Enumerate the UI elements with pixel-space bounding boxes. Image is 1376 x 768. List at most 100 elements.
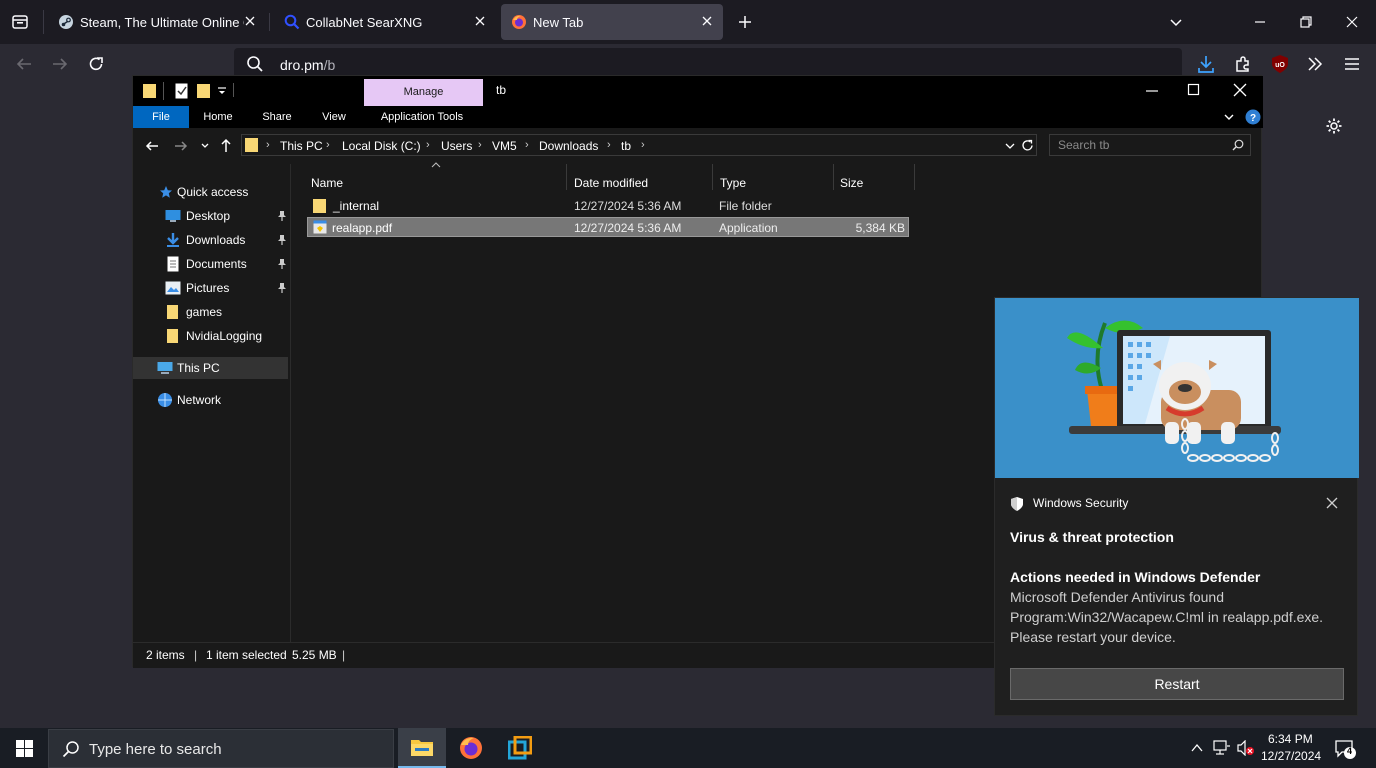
extensions-icon[interactable] — [1234, 55, 1252, 73]
maximize-icon[interactable] — [1187, 83, 1201, 97]
close-tab-icon[interactable] — [474, 15, 486, 27]
notification-count: 4 — [1347, 746, 1353, 756]
up-arrow-icon[interactable] — [219, 138, 233, 153]
folder-icon — [167, 328, 179, 344]
forward-icon[interactable] — [51, 55, 69, 73]
folder-icon — [313, 198, 327, 214]
taskbar-search-box[interactable]: Type here to search — [48, 729, 394, 768]
breadcrumb-separator-icon[interactable]: › — [478, 139, 482, 151]
windows-start-icon[interactable] — [16, 740, 33, 757]
file-row-internal[interactable]: _internal 12/27/2024 5:36 AM File folder — [307, 196, 909, 216]
close-icon[interactable] — [1233, 83, 1247, 97]
pin-icon[interactable] — [277, 210, 287, 222]
nav-label: Downloads — [186, 233, 246, 247]
tab-home[interactable]: Home — [195, 106, 241, 128]
clock-date[interactable]: 12/27/2024 — [1261, 749, 1321, 763]
nav-documents[interactable]: Documents — [163, 253, 291, 275]
expand-ribbon-icon[interactable] — [1223, 111, 1235, 123]
breadcrumb-separator-icon[interactable]: › — [641, 139, 645, 151]
nav-pictures[interactable]: Pictures — [163, 277, 291, 299]
nav-desktop[interactable]: Desktop — [163, 205, 291, 227]
column-header-type[interactable]: Type — [720, 172, 746, 194]
chevron-down-icon[interactable] — [1168, 15, 1184, 31]
close-tab-icon[interactable] — [701, 15, 713, 27]
overflow-chevrons-icon[interactable] — [1306, 55, 1324, 73]
shield-icon — [1010, 496, 1024, 512]
folder-icon — [411, 738, 433, 756]
minimize-icon[interactable] — [1253, 15, 1267, 29]
file-explorer-taskbar-button[interactable] — [398, 728, 446, 768]
breadcrumb-this-pc[interactable]: This PC — [280, 139, 323, 153]
firefox-taskbar-icon[interactable] — [459, 736, 483, 760]
close-window-icon[interactable] — [1345, 15, 1359, 29]
breadcrumb-downloads[interactable]: Downloads — [539, 139, 598, 153]
close-tab-icon[interactable] — [244, 15, 256, 27]
tab-application-tools[interactable]: Application Tools — [369, 106, 475, 128]
url-text[interactable]: dro.pm/b — [280, 57, 335, 73]
restart-button[interactable]: Restart — [1010, 668, 1344, 700]
breadcrumb-separator-icon[interactable]: › — [525, 139, 529, 151]
breadcrumb-vm5[interactable]: VM5 — [492, 139, 517, 153]
hamburger-menu-icon[interactable] — [1343, 55, 1361, 73]
breadcrumb-separator-icon[interactable]: › — [426, 139, 430, 151]
gear-icon[interactable] — [1325, 117, 1343, 135]
nav-nvidialogging[interactable]: NvidiaLogging — [163, 325, 291, 347]
new-folder-icon[interactable] — [197, 83, 211, 99]
sort-arrow-icon — [431, 162, 441, 168]
address-dropdown-icon[interactable] — [1005, 142, 1015, 150]
chevron-up-icon[interactable] — [1190, 742, 1204, 754]
volume-muted-icon[interactable] — [1237, 740, 1255, 756]
pin-icon[interactable] — [277, 234, 287, 246]
ublock-origin-icon[interactable]: uO — [1270, 54, 1290, 74]
svg-text:?: ? — [1250, 113, 1256, 124]
file-row-realapp[interactable]: realapp.pdf 12/27/2024 5:36 AM Applicati… — [307, 217, 909, 237]
back-icon[interactable] — [15, 55, 33, 73]
close-icon[interactable] — [1326, 497, 1338, 509]
breadcrumb-separator-icon[interactable]: › — [326, 139, 330, 151]
new-tab-icon[interactable] — [737, 14, 753, 30]
nav-network[interactable]: Network — [133, 389, 288, 411]
pin-icon[interactable] — [277, 282, 287, 294]
restore-icon[interactable] — [1299, 15, 1313, 29]
properties-icon[interactable] — [175, 83, 189, 99]
nav-downloads[interactable]: Downloads — [163, 229, 291, 251]
breadcrumb-separator-icon[interactable]: › — [607, 139, 611, 151]
help-icon[interactable]: ? — [1245, 109, 1261, 125]
search-placeholder: Search tb — [1058, 138, 1110, 152]
list-all-tabs-icon[interactable] — [11, 13, 29, 31]
breadcrumb-local-disk[interactable]: Local Disk (C:) — [342, 139, 421, 153]
breadcrumb-users[interactable]: Users — [441, 139, 472, 153]
tab-steam[interactable]: Steam, The Ultimate Online Gar — [48, 4, 266, 40]
vmware-taskbar-icon[interactable] — [508, 736, 532, 760]
nav-games[interactable]: games — [163, 301, 291, 323]
column-header-date-modified[interactable]: Date modified — [574, 172, 648, 194]
back-arrow-icon[interactable] — [145, 139, 159, 153]
file-type: Application — [719, 221, 778, 235]
network-status-icon[interactable] — [1213, 740, 1231, 756]
search-field[interactable]: Search tb — [1049, 134, 1251, 156]
tab-new-tab[interactable]: New Tab — [501, 4, 723, 40]
tab-collabnet-searxng[interactable]: CollabNet SearXNG — [274, 4, 496, 40]
download-icon[interactable] — [1197, 54, 1215, 74]
column-header-size[interactable]: Size — [840, 172, 863, 194]
clock-time[interactable]: 6:34 PM — [1268, 732, 1313, 746]
recent-locations-icon[interactable] — [201, 142, 209, 150]
tab-file[interactable]: File — [133, 106, 189, 128]
notification-center-icon[interactable]: 4 — [1334, 738, 1356, 760]
breadcrumb-tb[interactable]: tb — [621, 139, 631, 153]
manage-contextual-tab[interactable]: Manage — [364, 79, 483, 106]
tab-view[interactable]: View — [311, 106, 357, 128]
pin-icon[interactable] — [277, 258, 287, 270]
breadcrumb-separator-icon[interactable]: › — [266, 139, 270, 151]
nav-this-pc[interactable]: This PC — [133, 357, 288, 379]
search-icon — [62, 740, 80, 758]
forward-arrow-icon[interactable] — [174, 139, 188, 153]
column-header-name[interactable]: Name — [311, 172, 343, 194]
tab-share[interactable]: Share — [253, 106, 301, 128]
toast-body-line: Please restart your device. — [1010, 629, 1176, 645]
refresh-icon[interactable] — [1021, 139, 1034, 152]
customize-toolbar-icon[interactable] — [217, 86, 227, 96]
reload-icon[interactable] — [87, 55, 105, 73]
minimize-icon[interactable] — [1145, 84, 1159, 98]
item-count: 2 items — [146, 648, 185, 662]
